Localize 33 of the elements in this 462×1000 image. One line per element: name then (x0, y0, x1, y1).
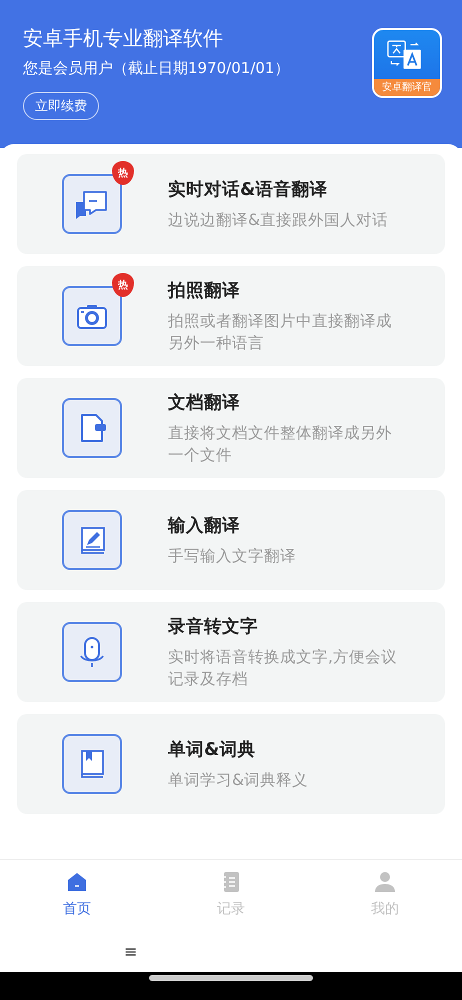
feature-description: 实时将语音转换成文字,方便会议记录及存档 (168, 647, 398, 690)
app-title: 安卓手机专业翻译软件 (23, 25, 224, 51)
feature-description: 拍照或者翻译图片中直接翻译成另外一种语言 (168, 311, 393, 354)
feature-description: 边说边翻译&直接跟外国人对话 (168, 210, 390, 231)
feature-card[interactable]: 文档翻译 直接将文档文件整体翻译成另外一个文件 (17, 378, 445, 478)
feature-description: 直接将文档文件整体翻译成另外一个文件 (168, 423, 393, 466)
tab-item[interactable]: 首页 (0, 860, 154, 930)
feature-card[interactable]: 热 实时对话&语音翻译 边说边翻译&直接跟外国人对话 (17, 154, 445, 254)
house-icon (65, 870, 89, 894)
feature-card[interactable]: 单词&词典 单词学习&词典释义 (17, 714, 445, 814)
bookmark-book-icon (62, 734, 122, 794)
feature-title: 拍照翻译 (168, 280, 241, 302)
microphone-icon (62, 622, 122, 682)
feature-card[interactable]: 热 拍照翻译 拍照或者翻译图片中直接翻译成另外一种语言 (17, 266, 445, 366)
feature-title: 输入翻译 (168, 515, 241, 537)
feature-title: 实时对话&语音翻译 (168, 178, 328, 201)
membership-status: 您是会员用户（截止日期1970/01/01） (23, 59, 290, 78)
person-icon (373, 870, 397, 894)
feature-title: 文档翻译 (168, 392, 241, 414)
feature-description: 手写输入文字翻译 (168, 546, 297, 567)
feature-card[interactable]: 输入翻译 手写输入文字翻译 (17, 490, 445, 590)
home-indicator[interactable] (149, 975, 313, 981)
document-icon (62, 398, 122, 458)
hot-badge: 热 (112, 273, 134, 297)
renew-button[interactable]: 立即续费 (23, 92, 99, 120)
menu-key[interactable]: ≡ (124, 942, 138, 960)
feature-card[interactable]: 录音转文字 实时将语音转换成文字,方便会议记录及存档 (17, 602, 445, 702)
feature-title: 单词&词典 (168, 739, 256, 761)
pencil-book-icon (62, 510, 122, 570)
hot-badge: 热 (112, 161, 134, 185)
feature-title: 录音转文字 (168, 616, 259, 638)
feature-description: 单词学习&词典释义 (168, 770, 310, 791)
logo-caption: 安卓翻译官 (374, 79, 440, 96)
